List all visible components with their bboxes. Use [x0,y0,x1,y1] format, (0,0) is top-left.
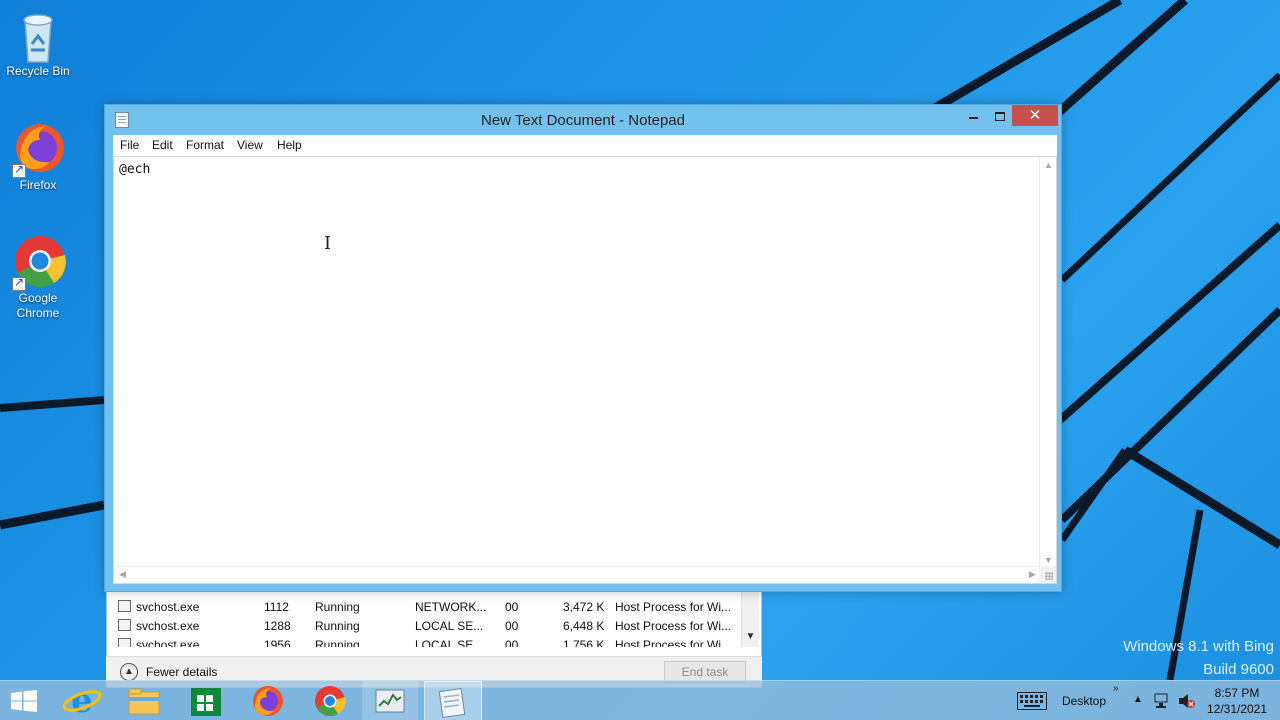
taskbar-notepad[interactable] [424,681,482,720]
desktop-icon-label: Firefox [19,178,57,192]
maximize-button[interactable] [986,105,1013,126]
notepad-titlebar[interactable]: New Text Document - Notepad ✕ [105,105,1061,135]
close-button[interactable]: ✕ [1012,105,1058,126]
process-memory: 6,448 K [563,619,605,633]
toolbar-overflow-icon[interactable]: » [1113,683,1119,694]
process-memory: 3,472 K [563,600,605,614]
scroll-left-icon[interactable]: ◀ [114,569,131,580]
chevron-up-icon[interactable]: ▲ [120,663,138,681]
show-hidden-icons-icon[interactable]: ▲ [1133,694,1143,705]
firefox-icon [253,686,283,716]
process-pid: 1112 [264,600,289,614]
menu-help[interactable]: Help [277,138,302,152]
chrome-icon [315,686,346,717]
scroll-down-icon[interactable]: ▼ [1040,555,1057,565]
taskbar-store[interactable] [178,681,234,720]
internet-explorer-icon: e [62,681,102,720]
task-manager-scrollbar[interactable]: ▼ [741,591,759,647]
process-pid: 1956 [264,638,291,647]
scroll-up-icon[interactable]: ▲ [1040,160,1057,170]
process-icon [118,600,131,612]
editor-content[interactable]: @ech [119,162,150,177]
minimize-button[interactable] [960,105,987,126]
process-user: LOCAL SE... [415,638,484,647]
process-status: Running [315,619,360,633]
process-description: Host Process for Wi... [615,619,732,633]
system-clock[interactable]: 8:57 PM 12/31/2021 [1200,685,1274,717]
process-name: svchost.exe [136,619,200,633]
process-icon [118,638,131,647]
window-title: New Text Document - Notepad [481,112,685,129]
desktop-icon-google-chrome[interactable]: Google Chrome [0,233,76,321]
process-name: svchost.exe [136,600,200,614]
desktop-icon-label: Recycle Bin [6,64,70,78]
process-cpu: 00 [505,638,519,647]
text-editor[interactable]: @ech I ▲ ▼ ◀ ▶ [113,156,1057,584]
taskbar-firefox[interactable] [240,681,296,720]
scroll-down-icon[interactable]: ▼ [742,631,759,642]
minimize-icon [969,117,978,120]
volume-muted-icon[interactable] [1178,693,1196,709]
process-user: LOCAL SE... [415,619,484,633]
vertical-scrollbar[interactable]: ▲ ▼ [1039,157,1056,568]
start-button[interactable] [0,681,50,720]
desktop-toolbar-label[interactable]: Desktop [1062,694,1106,708]
task-manager-icon [375,689,405,713]
process-user: NETWORK... [415,600,487,614]
desktop-icon-recycle-bin[interactable]: Recycle Bin [0,6,76,79]
desktop-icon-label: Google Chrome [16,291,60,320]
windows-logo-icon [11,690,37,712]
process-status: Running [315,638,360,647]
network-icon[interactable] [1153,693,1171,709]
process-pid: 1288 [264,619,291,633]
shortcut-arrow-icon [12,275,26,291]
resize-grip-icon[interactable] [1039,566,1056,583]
menu-edit[interactable]: Edit [152,138,173,152]
taskbar-internet-explorer[interactable]: e [54,681,110,720]
process-memory: 1,756 K [563,638,605,647]
folder-icon [128,688,160,715]
clock-date: 12/31/2021 [1206,702,1268,716]
taskbar-file-explorer[interactable] [116,681,172,720]
menu-bar: File Edit Format View Help [113,135,1057,156]
watermark-build: Build 9600 [1203,661,1274,678]
watermark-line: Windows 8.1 with Bing [1123,638,1274,655]
table-row[interactable]: svchost.exe 1112 Running NETWORK... 00 3… [107,597,747,616]
table-row[interactable]: svchost.exe 1956 Running LOCAL SE... 00 … [107,635,747,647]
fewer-details-link[interactable]: Fewer details [146,665,217,679]
maximize-icon [994,111,1005,121]
desktop-icon-firefox[interactable]: Firefox [0,120,76,193]
text-cursor-icon: I [324,233,332,254]
process-name: svchost.exe [136,638,200,647]
taskbar: e Desktop » ▲ 8:57 PM 12/31/2021 [0,680,1280,720]
taskbar-task-manager[interactable] [362,681,418,720]
firefox-icon [10,120,66,178]
keyboard-icon[interactable] [1017,692,1047,710]
process-icon [118,619,131,631]
svg-text:e: e [71,681,93,720]
taskbar-chrome[interactable] [302,681,358,720]
store-icon [191,688,221,716]
process-cpu: 00 [505,600,519,614]
notepad-window: New Text Document - Notepad ✕ File Edit … [104,104,1062,592]
notepad-icon [438,688,466,718]
process-description: Host Process for Wi... [615,600,732,614]
recycle-bin-icon [10,6,66,63]
process-cpu: 00 [505,619,519,633]
os-watermark: Windows 8.1 with Bing Build 9600 [1123,635,1274,681]
menu-view[interactable]: View [237,138,263,152]
process-description: Host Process for Wi... [615,638,732,647]
process-status: Running [315,600,360,614]
menu-file[interactable]: File [120,138,139,152]
clock-time: 8:57 PM [1214,686,1260,700]
chrome-icon [10,233,66,291]
shortcut-arrow-icon [12,162,26,178]
table-row[interactable]: svchost.exe 1288 Running LOCAL SE... 00 … [107,616,747,635]
horizontal-scrollbar[interactable]: ◀ ▶ [114,566,1041,583]
menu-format[interactable]: Format [186,138,224,152]
close-icon: ✕ [1028,107,1042,124]
